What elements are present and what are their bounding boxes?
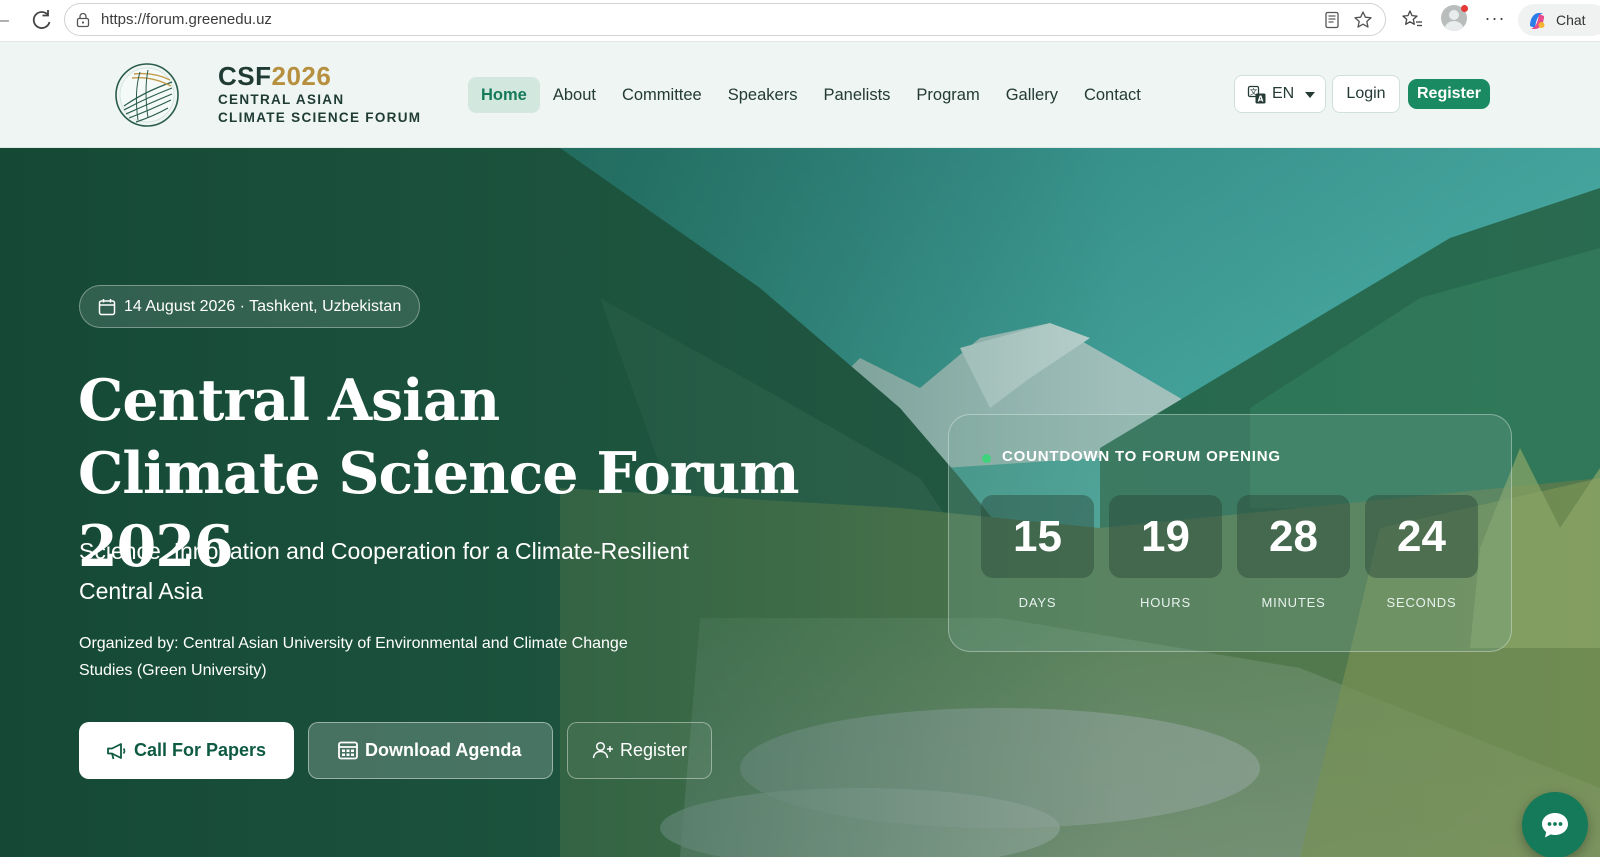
avatar-head — [1449, 10, 1459, 20]
countdown-seconds-value: 24 — [1365, 495, 1478, 578]
language-selector[interactable]: 文 A EN — [1234, 75, 1326, 113]
login-button[interactable]: Login — [1332, 75, 1400, 113]
countdown-hours-label: HOURS — [1140, 595, 1191, 610]
profile-notification-dot — [1461, 5, 1468, 12]
copilot-chat-button[interactable]: Chat — [1518, 4, 1600, 36]
hero-register-button[interactable]: Register — [567, 722, 712, 779]
main-nav: Home About Committee Speakers Panelists … — [468, 77, 1154, 113]
megaphone-icon — [107, 743, 126, 760]
call-for-papers-label: Call For Papers — [134, 740, 267, 760]
countdown-seconds-label: SECONDS — [1386, 595, 1457, 610]
favorites-icon[interactable] — [1401, 8, 1423, 30]
countdown-title: COUNTDOWN TO FORUM OPENING — [1002, 448, 1281, 465]
countdown-minutes-value: 28 — [1237, 495, 1350, 578]
chat-label: Chat — [1556, 12, 1586, 28]
hero-register-label: Register — [620, 740, 688, 760]
nav-item-home[interactable]: Home — [468, 77, 540, 113]
nav-item-program[interactable]: Program — [903, 77, 992, 113]
hero-title-line-1: Central Asian — [78, 367, 500, 434]
download-agenda-button[interactable]: Download Agenda — [308, 722, 553, 779]
user-plus-icon — [592, 741, 613, 759]
nav-item-committee[interactable]: Committee — [609, 77, 715, 113]
countdown-card: COUNTDOWN TO FORUM OPENING 15 19 28 24 D… — [948, 414, 1512, 652]
reader-mode-icon[interactable] — [1323, 11, 1341, 29]
hero-subtitle: Science, Innovation and Cooperation for … — [79, 538, 689, 604]
download-agenda-label: Download Agenda — [365, 740, 522, 760]
brand-code-letters: CSF — [218, 61, 272, 91]
lock-icon[interactable] — [75, 12, 91, 28]
bookmark-star-icon[interactable] — [1353, 10, 1373, 30]
nav-item-about[interactable]: About — [540, 77, 609, 113]
calendar-icon — [98, 299, 116, 316]
nav-item-speakers[interactable]: Speakers — [715, 77, 811, 113]
brand-code-year: 2026 — [271, 61, 332, 91]
brand-line-1: CENTRAL ASIAN — [218, 92, 345, 107]
back-icon[interactable]: – — [0, 12, 10, 30]
countdown-days-label: DAYS — [1018, 595, 1057, 610]
avatar-body — [1444, 21, 1464, 31]
brand-code: CSF2026 — [218, 62, 421, 90]
calendar-grid-icon — [338, 741, 358, 760]
live-status-dot — [982, 454, 991, 463]
chat-widget-button[interactable] — [1522, 792, 1588, 857]
svg-text:A: A — [1258, 95, 1264, 104]
event-date-badge: 14 August 2026 · Tashkent, Uzbekistan — [79, 285, 421, 328]
hero-organizer: Organized by: Central Asian University o… — [79, 635, 628, 679]
call-for-papers-button[interactable]: Call For Papers — [79, 722, 294, 779]
countdown-minutes-label: MINUTES — [1261, 595, 1326, 610]
event-date-text: 14 August 2026 · Tashkent, Uzbekistan — [124, 298, 402, 315]
caret-down-icon — [1305, 92, 1315, 98]
site-header: CSF2026 CENTRAL ASIAN CLIMATE SCIENCE FO… — [0, 42, 1600, 148]
reload-icon[interactable] — [28, 6, 56, 34]
countdown-days-value: 15 — [981, 495, 1094, 578]
chat-bubble-icon — [1542, 813, 1568, 838]
nav-item-contact[interactable]: Contact — [1071, 77, 1154, 113]
nav-item-panelists[interactable]: Panelists — [810, 77, 903, 113]
countdown-hours-value: 19 — [1109, 495, 1222, 578]
brand-wordmark[interactable]: CSF2026 CENTRAL ASIAN CLIMATE SCIENCE FO… — [218, 62, 421, 126]
header-register-button[interactable]: Register — [1408, 79, 1490, 109]
forum-logo-icon[interactable] — [114, 62, 180, 128]
more-options-icon[interactable]: ··· — [1484, 8, 1506, 30]
browser-toolbar: – https://forum.greenedu.uz ··· Chat — [0, 0, 1600, 42]
url-text[interactable]: https://forum.greenedu.uz — [101, 11, 272, 28]
address-bar[interactable]: https://forum.greenedu.uz — [64, 3, 1386, 36]
language-label: EN — [1272, 85, 1295, 102]
brand-line-2: CLIMATE SCIENCE FORUM — [218, 110, 422, 125]
translate-icon: 文 A — [1247, 85, 1266, 104]
nav-item-gallery[interactable]: Gallery — [993, 77, 1071, 113]
copilot-icon — [1530, 13, 1545, 29]
hero-section: 14 August 2026 · Tashkent, Uzbekistan Ce… — [0, 148, 1600, 857]
